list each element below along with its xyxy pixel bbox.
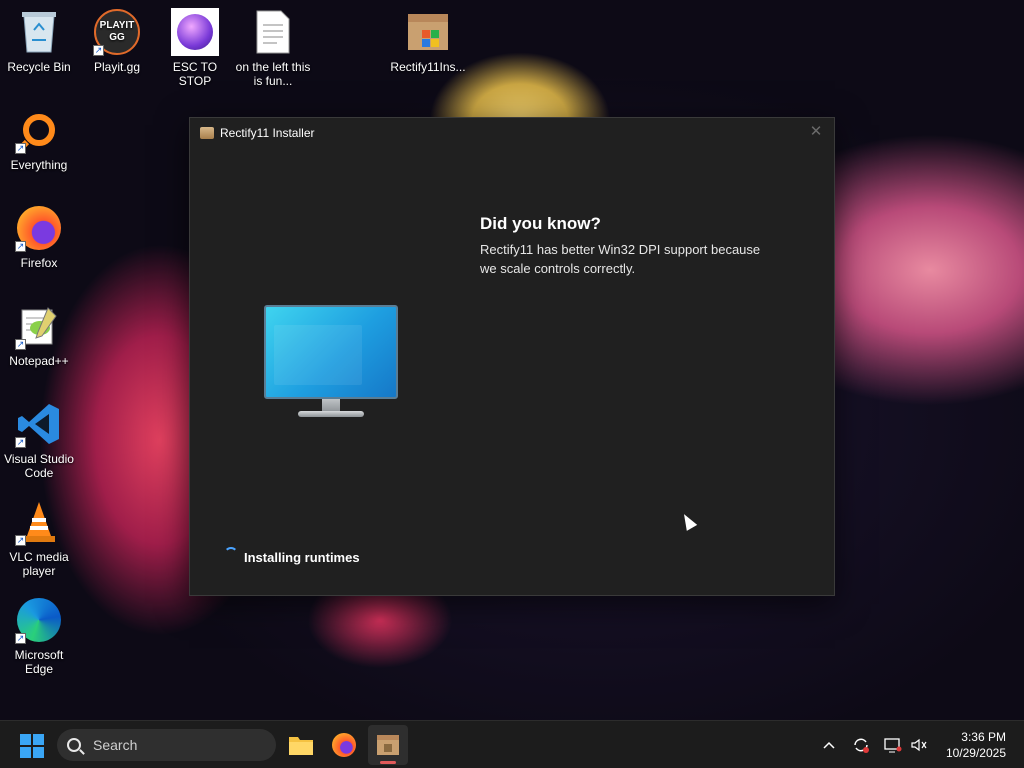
recycle-bin-icon <box>15 8 63 56</box>
taskbar-rectify-installer[interactable] <box>368 725 408 765</box>
desktop-icon-vscode[interactable]: ↗ Visual Studio Code <box>0 394 78 480</box>
firefox-icon <box>332 733 356 757</box>
vlc-cone-icon: ↗ <box>15 498 63 546</box>
tray-sync-status[interactable] <box>850 721 872 768</box>
desktop-icon-label: Playit.gg <box>93 60 141 74</box>
firefox-icon: ↗ <box>15 204 63 252</box>
monitor-base <box>298 411 364 417</box>
search-placeholder: Search <box>93 737 138 753</box>
desktop-icon-recycle-bin[interactable]: Recycle Bin <box>0 2 78 74</box>
title-bar[interactable]: Rectify11 Installer ✕ <box>190 118 834 148</box>
installer-package-icon <box>404 8 452 56</box>
globe-icon <box>171 8 219 56</box>
install-status: Installing runtimes <box>244 550 360 565</box>
desktop-icon-notepadpp[interactable]: ↗ Notepad++ <box>0 296 78 368</box>
tray-network[interactable] <box>882 721 904 768</box>
window-title: Rectify11 Installer <box>220 126 315 140</box>
desktop-icon-firefox[interactable]: ↗ Firefox <box>0 198 78 270</box>
vscode-icon: ↗ <box>15 400 63 448</box>
shortcut-arrow-icon: ↗ <box>15 535 26 546</box>
folder-icon <box>289 737 313 755</box>
tip-body: Rectify11 has better Win32 DPI support b… <box>480 242 761 276</box>
tip-title: Did you know? <box>480 214 601 233</box>
desktop-icon-esc-to-stop[interactable]: ESC TO STOP <box>156 2 234 88</box>
clock-time: 3:36 PM <box>961 730 1006 744</box>
text-file-icon <box>249 8 297 56</box>
monitor-illustration <box>264 305 398 425</box>
desktop-icon-label: ESC TO STOP <box>172 60 218 88</box>
network-icon <box>884 738 902 753</box>
desktop-icon-rectify-installer[interactable]: Rectify11Ins... <box>389 2 467 74</box>
everything-search-icon: ↗ <box>14 106 63 155</box>
shortcut-arrow-icon: ↗ <box>93 45 104 56</box>
progress-spinner-icon <box>224 547 238 561</box>
edge-icon: ↗ <box>15 596 63 644</box>
volume-muted-icon <box>911 738 927 752</box>
search-icon <box>67 738 81 752</box>
installer-package-icon <box>377 735 399 755</box>
desktop-icon-edge[interactable]: ↗ Microsoft Edge <box>0 590 78 676</box>
shortcut-arrow-icon: ↗ <box>15 143 26 154</box>
start-button[interactable] <box>20 734 44 758</box>
desktop-icon-label: Everything <box>10 158 68 172</box>
desktop-icon-label: Notepad++ <box>9 354 69 368</box>
desktop-icon-vlc[interactable]: ↗ VLC media player <box>0 492 78 578</box>
desktop-icon-label: Microsoft Edge <box>14 648 64 676</box>
taskbar: Search 3:36 PM 10/29/2025 <box>0 720 1024 768</box>
desktop-icon-label: Rectify11Ins... <box>390 60 466 74</box>
system-clock[interactable]: 3:36 PM 10/29/2025 <box>946 729 1006 761</box>
tray-overflow-button[interactable] <box>818 721 840 768</box>
playit-icon: PLAYIT GG ↗ <box>93 8 141 56</box>
chevron-up-icon <box>823 741 835 749</box>
desktop-icon-label: Firefox <box>20 256 58 270</box>
notepadpp-icon: ↗ <box>15 302 63 350</box>
tray-volume[interactable] <box>908 721 930 768</box>
sync-icon <box>854 738 869 753</box>
desktop-icon-text-file[interactable]: on the left this is fun... <box>234 2 312 88</box>
desktop-icon-label: on the left this is fun... <box>235 60 311 88</box>
monitor-screen <box>264 305 398 399</box>
desktop-icon-label: Visual Studio Code <box>4 452 74 480</box>
clock-date: 10/29/2025 <box>945 746 1006 760</box>
close-button[interactable]: ✕ <box>806 122 826 142</box>
desktop-icon-everything[interactable]: ↗ Everything <box>0 100 78 172</box>
installer-window[interactable]: Rectify11 Installer ✕ Did you know? Rect… <box>189 117 835 596</box>
shortcut-arrow-icon: ↗ <box>15 339 26 350</box>
desktop-icon-label: VLC media player <box>9 550 69 578</box>
installer-package-icon <box>200 127 214 139</box>
desktop-icon-playit[interactable]: PLAYIT GG ↗ Playit.gg <box>78 2 156 74</box>
taskbar-file-explorer[interactable] <box>281 725 321 765</box>
search-box[interactable]: Search <box>57 729 276 761</box>
taskbar-firefox[interactable] <box>324 725 364 765</box>
shortcut-arrow-icon: ↗ <box>15 241 26 252</box>
shortcut-arrow-icon: ↗ <box>15 437 26 448</box>
shortcut-arrow-icon: ↗ <box>15 633 26 644</box>
desktop-icon-label: Recycle Bin <box>7 60 71 74</box>
active-indicator <box>380 761 396 764</box>
